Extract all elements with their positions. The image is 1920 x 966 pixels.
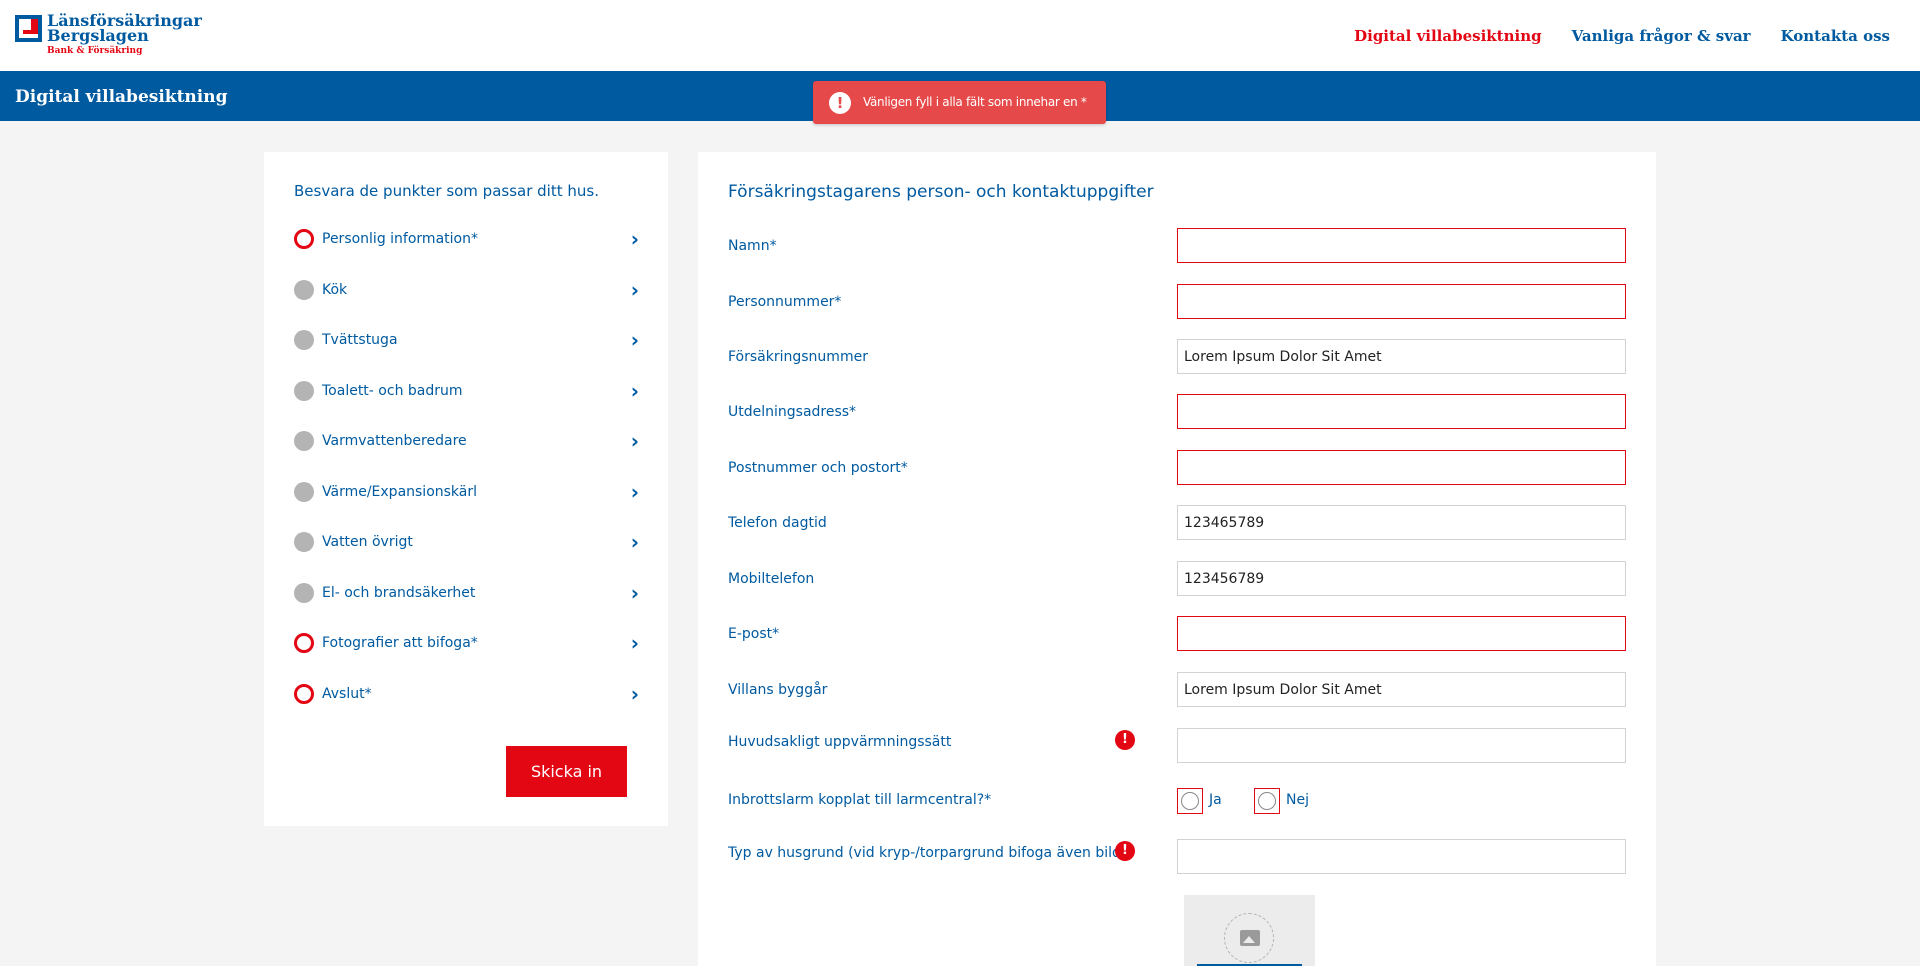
sidebar-item-toalett-badrum[interactable]: Toalett- och badrum ›: [294, 379, 639, 430]
logo-mark-icon: [15, 15, 42, 42]
company-logo[interactable]: Länsförsäkringar Bergslagen Bank & Försäk…: [15, 13, 202, 57]
neutral-status-icon: [294, 582, 314, 603]
sidebar-item-varmvattenberedare[interactable]: Varmvattenberedare ›: [294, 429, 639, 480]
chevron-right-icon: ›: [630, 530, 639, 554]
namn-label: Namn*: [728, 238, 777, 254]
sidebar-item-vatten-ovrigt[interactable]: Vatten övrigt ›: [294, 530, 639, 581]
sidebar-item-label: Fotografier att bifoga*: [322, 635, 478, 651]
sidebar-item-avslut[interactable]: Avslut* ›: [294, 682, 639, 733]
personnummer-input[interactable]: [1177, 284, 1626, 319]
husgrund-input[interactable]: [1177, 839, 1626, 874]
postnummer-label: Postnummer och postort*: [728, 460, 908, 476]
neutral-status-icon: [294, 279, 314, 300]
sidebar-item-label: Toalett- och badrum: [322, 382, 463, 399]
epost-label: E-post*: [728, 626, 780, 642]
chevron-right-icon: ›: [630, 378, 639, 403]
utdelningsadress-label: Utdelningsadress*: [728, 404, 857, 420]
exclamation-icon: !: [829, 92, 851, 114]
nav-digital-villabesiktning[interactable]: Digital villabesiktning: [1354, 27, 1542, 45]
section-list: Personlig information* › Kök › Tvättstug…: [294, 227, 639, 732]
exclamation-icon: !: [1115, 730, 1135, 750]
larm-label: Inbrottslarm kopplat till larmcentral?*: [728, 792, 992, 808]
image-upload-button[interactable]: [1184, 895, 1315, 966]
larm-ja-radio[interactable]: [1177, 788, 1203, 814]
chevron-right-icon: ›: [630, 277, 639, 302]
logo-name: Länsförsäkringar Bergslagen: [47, 11, 202, 45]
larm-nej-radio[interactable]: [1254, 788, 1280, 814]
logo-subtitle: Bank & Försäkring: [47, 46, 143, 56]
sidebar-item-personlig-information[interactable]: Personlig information* ›: [294, 227, 639, 278]
upload-dropzone: [1224, 913, 1274, 963]
top-header: Länsförsäkringar Bergslagen Bank & Försäk…: [0, 0, 1920, 71]
sidebar-item-label: Värme/Expansionskärl: [322, 483, 478, 500]
neutral-status-icon: [294, 532, 314, 552]
chevron-right-icon: ›: [630, 328, 639, 352]
radio-circle-icon: [1181, 792, 1199, 810]
forsakringsnummer-label: Försäkringsnummer: [728, 349, 868, 365]
neutral-status-icon: [294, 330, 314, 350]
toast-message: Vänligen fyll i alla fält som innehar en…: [863, 95, 1087, 109]
byggar-input[interactable]: [1177, 672, 1626, 707]
validation-toast: ! Vänligen fyll i alla fält som innehar …: [813, 81, 1106, 124]
page-title: Digital villabesiktning: [15, 87, 228, 107]
telefon-label: Telefon dagtid: [728, 515, 827, 531]
namn-input[interactable]: [1177, 228, 1626, 263]
neutral-status-icon: [294, 380, 314, 401]
nav-vanliga-fragor[interactable]: Vanliga frågor & svar: [1572, 27, 1751, 45]
sidebar-item-label: Varmvattenberedare: [322, 433, 467, 449]
chevron-right-icon: ›: [630, 631, 639, 655]
chevron-right-icon: ›: [630, 227, 639, 251]
uppvarmning-input[interactable]: [1177, 728, 1626, 763]
required-status-icon: [294, 229, 314, 249]
sidebar-item-label: Personlig information*: [322, 231, 478, 247]
sidebar-item-label: Tvättstuga: [322, 332, 398, 348]
neutral-status-icon: [294, 431, 314, 451]
epost-input[interactable]: [1177, 616, 1626, 651]
form-title: Försäkringstagarens person- och kontaktu…: [728, 182, 1154, 202]
nav-kontakta-oss[interactable]: Kontakta oss: [1781, 27, 1890, 45]
mobiltelefon-input[interactable]: [1177, 561, 1626, 596]
exclamation-icon: !: [1115, 841, 1135, 861]
radio-circle-icon: [1258, 792, 1276, 810]
personnummer-label: Personnummer*: [728, 294, 842, 310]
telefon-input[interactable]: [1177, 505, 1626, 540]
chevron-right-icon: ›: [630, 681, 639, 706]
sidebar-item-kok[interactable]: Kök ›: [294, 278, 639, 329]
sidebar-item-el-brandsakerhet[interactable]: El- och brandsäkerhet ›: [294, 581, 639, 632]
byggar-label: Villans byggår: [728, 682, 828, 698]
chevron-right-icon: ›: [630, 479, 639, 504]
postnummer-input[interactable]: [1177, 450, 1626, 485]
uppvarmning-label: Huvudsakligt uppvärmningssätt: [728, 734, 952, 750]
sidebar-title: Besvara de punkter som passar ditt hus.: [294, 182, 599, 200]
submit-button[interactable]: Skicka in: [506, 746, 627, 797]
image-icon: [1240, 930, 1260, 946]
forsakringsnummer-input[interactable]: [1177, 339, 1626, 374]
required-status-icon: [294, 683, 314, 704]
sidebar-item-label: Vatten övrigt: [322, 534, 413, 550]
larm-ja-label: Ja: [1209, 792, 1222, 808]
sidebar-item-fotografier[interactable]: Fotografier att bifoga* ›: [294, 631, 639, 682]
sidebar-item-label: Kök: [322, 281, 348, 298]
sidebar-item-label: Avslut*: [322, 685, 372, 702]
contact-form: Försäkringstagarens person- och kontaktu…: [698, 152, 1656, 966]
sidebar-item-label: El- och brandsäkerhet: [322, 584, 476, 601]
husgrund-label: Typ av husgrund (vid kryp-/torpargrund b…: [728, 845, 1127, 861]
larm-nej-label: Nej: [1286, 792, 1309, 808]
chevron-right-icon: ›: [630, 580, 639, 605]
section-sidebar: Besvara de punkter som passar ditt hus. …: [264, 152, 668, 826]
top-navigation: Digital villabesiktning Vanliga frågor &…: [1354, 27, 1890, 45]
required-status-icon: [294, 633, 314, 653]
chevron-right-icon: ›: [630, 429, 639, 453]
mobiltelefon-label: Mobiltelefon: [728, 571, 815, 587]
neutral-status-icon: [294, 481, 314, 502]
sidebar-item-tvattstuga[interactable]: Tvättstuga ›: [294, 328, 639, 379]
utdelningsadress-input[interactable]: [1177, 394, 1626, 429]
sidebar-item-varme-expansionskarl[interactable]: Värme/Expansionskärl ›: [294, 480, 639, 531]
